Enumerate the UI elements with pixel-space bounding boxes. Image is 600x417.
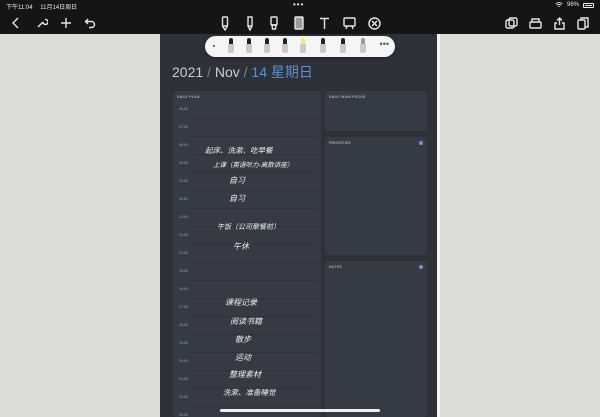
battery-icon [583,2,594,8]
pen-preset[interactable] [319,38,327,54]
hour-label: 22:00 [179,395,188,399]
copy-icon[interactable] [575,15,591,31]
handwritten-entry[interactable]: 自习 [229,193,245,204]
priorities-label: PRIORITIES [329,141,351,145]
hour-label: 16:00 [179,287,188,291]
pen-icon[interactable] [219,15,231,31]
palette-handle-icon [213,45,215,47]
close-circle-icon[interactable] [366,15,382,31]
pages-icon[interactable] [503,15,519,31]
status-time: 下午11:04 [6,5,33,11]
daily-main-focus-panel[interactable]: DAILY MAIN FOCUS [325,91,427,131]
notes-label: NOTES [329,265,343,269]
hour-label: 07:00 [179,125,188,129]
hour-label: 14:00 [179,251,188,255]
back-icon[interactable] [8,15,24,31]
notes-link-icon[interactable] [419,265,423,269]
pen-preset[interactable] [263,38,271,54]
handwritten-entry[interactable]: 自习 [229,175,245,186]
pen-preset[interactable] [359,38,367,54]
pen-preset[interactable] [281,38,289,54]
hour-label: 08:00 [179,143,188,147]
title-month[interactable]: Nov [215,64,240,80]
hour-label: 12:00 [179,215,188,219]
status-left: 下午11:04 11月14日周日 [6,2,83,11]
hour-row[interactable]: 10:00 [173,173,321,191]
handwritten-entry[interactable]: 整理素材 [229,369,261,380]
priorities-panel[interactable]: PRIORITIES [325,137,427,255]
hour-label: 19:00 [179,341,188,345]
app-toolbar [0,12,600,34]
page-edge [437,34,440,417]
hour-label: 17:00 [179,305,188,309]
notes-panel[interactable]: NOTES [325,261,427,417]
highlighter-preset[interactable] [299,38,307,54]
wifi-icon [555,2,563,7]
pencil-icon[interactable] [244,15,256,31]
share-icon[interactable] [551,15,567,31]
handwritten-entry[interactable]: 午饭（公司聚餐前） [217,222,280,232]
lasso-icon[interactable] [341,15,357,31]
handwritten-entry[interactable]: 散步 [235,334,251,345]
scanner-icon[interactable] [527,15,543,31]
handwritten-entry[interactable]: 上课（英语听力-高数讲座） [213,159,293,169]
handwritten-entry[interactable]: 课程记录 [225,297,257,308]
pen-palette: ••• [205,36,395,57]
handwritten-entry[interactable]: 阅读书籍 [230,316,262,327]
hour-label: 20:00 [179,359,188,363]
add-icon[interactable] [58,15,74,31]
hour-label: 18:00 [179,323,188,327]
planner-page[interactable]: 2021 / Nov / 14 星期日 DAILY PLAN 06:00 07:… [160,34,440,417]
hour-label: 09:00 [179,161,188,165]
more-options-icon[interactable]: ••• [380,39,389,49]
daily-plan-label: DAILY PLAN [177,95,200,99]
undo-icon[interactable] [82,15,98,31]
daily-main-focus-label: DAILY MAIN FOCUS [329,95,366,99]
title-separator: / [203,64,215,80]
hour-label: 10:00 [179,179,188,183]
title-separator: / [239,64,252,80]
page-title: 2021 / Nov / 14 星期日 [172,62,313,82]
hour-label: 15:00 [179,269,188,273]
wrench-icon[interactable] [34,15,50,31]
hour-row[interactable]: 07:00 [173,119,321,137]
battery-percent: 96% [566,2,579,8]
hour-label: 06:00 [179,107,188,111]
pen-preset[interactable] [227,38,235,54]
hour-row[interactable]: 06:00 [173,101,321,119]
hour-row[interactable]: 15:00 [173,263,321,281]
hour-label: 23:00 [179,413,188,417]
pen-preset[interactable] [339,38,347,54]
daily-plan-panel[interactable]: DAILY PLAN 06:00 07:00 08:00 09:00 10:00… [173,91,321,417]
status-bar: 下午11:04 11月14日周日 ••• 96% [0,0,600,12]
priorities-link-icon[interactable] [419,141,423,145]
title-year: 2021 [172,64,204,80]
title-day[interactable]: 14 星期日 [251,64,312,80]
handwritten-entry[interactable]: 洗漱、准备睡觉 [223,387,276,398]
status-right: 96% [555,2,594,8]
handwritten-entry[interactable]: 起床、洗漱、吃早餐 [205,145,273,156]
multitask-dots[interactable]: ••• [293,0,304,9]
eraser-icon[interactable] [292,15,306,31]
handwritten-entry[interactable]: 午休 [233,241,249,252]
hour-row[interactable]: 11:00 [173,191,321,209]
hour-label: 13:00 [179,233,188,237]
hour-label: 11:00 [179,197,188,201]
home-indicator[interactable] [220,409,380,412]
highlighter-icon[interactable] [268,15,280,31]
text-icon[interactable] [317,15,331,31]
hour-label: 21:00 [179,377,188,381]
handwritten-entry[interactable]: 运动 [235,352,251,363]
pen-preset[interactable] [245,38,253,54]
status-date: 11月14日周日 [40,5,78,11]
